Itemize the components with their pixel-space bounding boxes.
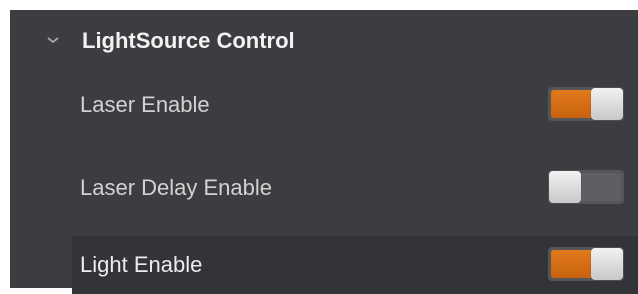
row-label: Laser Enable bbox=[80, 92, 210, 117]
row-label: Light Enable bbox=[80, 252, 203, 277]
section-header-lightsource-control[interactable]: LightSource Control bbox=[10, 10, 638, 72]
toggle-knob[interactable] bbox=[591, 88, 623, 120]
toggle-knob[interactable] bbox=[549, 171, 581, 203]
laser-enable-toggle[interactable] bbox=[548, 87, 624, 121]
laser-delay-enable-toggle[interactable] bbox=[548, 170, 624, 204]
row-light-enable[interactable]: Light Enable bbox=[72, 236, 638, 294]
properties-panel: LightSource Control Laser Enable Laser D… bbox=[10, 10, 638, 294]
chevron-down-icon[interactable] bbox=[46, 34, 60, 46]
toggle-knob[interactable] bbox=[591, 248, 623, 280]
row-laser-enable[interactable]: Laser Enable bbox=[72, 76, 638, 134]
section-title: LightSource Control bbox=[82, 28, 295, 53]
row-label: Laser Delay Enable bbox=[80, 175, 273, 200]
light-enable-toggle[interactable] bbox=[548, 247, 624, 281]
row-laser-delay-enable[interactable]: Laser Delay Enable bbox=[72, 159, 638, 217]
